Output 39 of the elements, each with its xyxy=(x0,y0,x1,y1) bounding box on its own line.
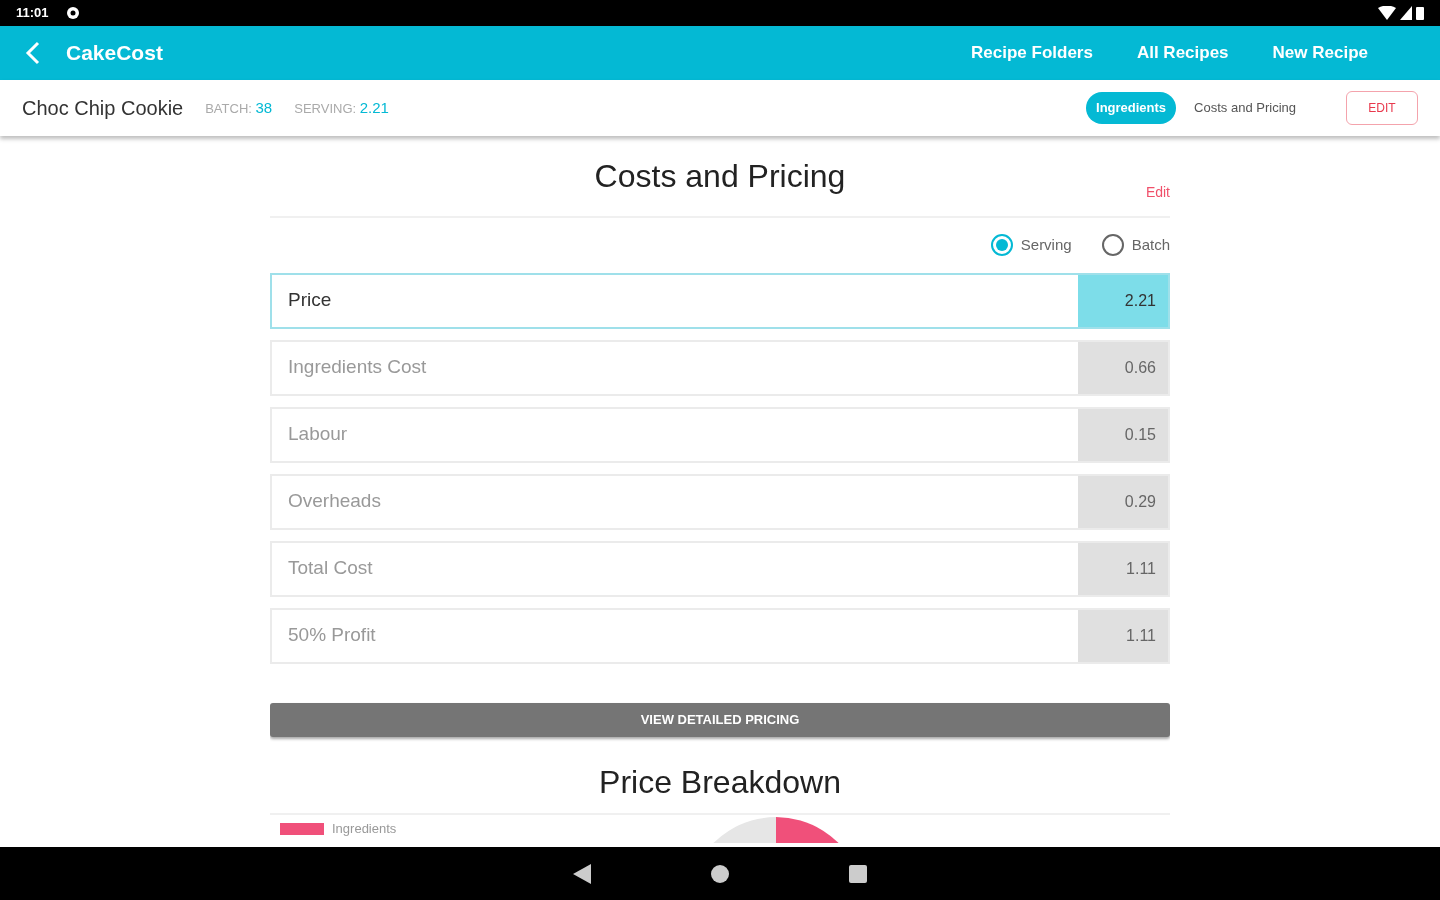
recents-icon[interactable] xyxy=(849,864,867,883)
legend-label: Ingredients xyxy=(332,819,397,838)
row-label: Ingredients Cost xyxy=(288,355,427,380)
value-cell: 0.29 xyxy=(1078,475,1168,528)
value-cell: 2.21 xyxy=(1078,274,1168,327)
battery-icon xyxy=(1416,6,1424,20)
value-cell: 1.11 xyxy=(1078,542,1168,595)
edit-button[interactable]: EDIT xyxy=(1346,91,1418,125)
value-cell: 1.11 xyxy=(1078,609,1168,662)
view-detailed-pricing-button[interactable]: VIEW DETAILED PRICING xyxy=(270,702,1170,737)
tab[interactable]: Ingredients xyxy=(1086,92,1177,124)
section-title: Costs and Pricing xyxy=(594,156,846,196)
radio-button[interactable] xyxy=(990,234,1013,257)
batch-info: BATCH: 38 xyxy=(205,97,273,118)
gear-icon xyxy=(64,5,81,21)
row-label: Overheads xyxy=(288,489,381,514)
radio-button[interactable] xyxy=(1101,234,1124,257)
value-cell: 0.15 xyxy=(1078,408,1168,461)
row-label: 50% Profit xyxy=(288,623,376,648)
row-label: Price xyxy=(288,288,332,313)
back-icon[interactable] xyxy=(573,863,591,884)
home-icon[interactable] xyxy=(711,864,729,883)
serving-info: SERVING: 2.21 xyxy=(294,97,389,118)
value-cell: 0.66 xyxy=(1078,341,1168,394)
nav-link[interactable]: Recipe Folders xyxy=(971,40,1093,66)
clock-time: 11:01 xyxy=(16,4,49,23)
recipe-name: Choc Chip Cookie xyxy=(22,96,184,121)
radio-label: Serving xyxy=(1020,235,1072,255)
edit-link[interactable]: Edit xyxy=(1145,182,1170,203)
row-label: Labour xyxy=(288,422,348,447)
section-title: Price Breakdown xyxy=(270,736,1170,815)
radio-label: Batch xyxy=(1131,235,1170,255)
row-label: Total Cost xyxy=(288,556,373,581)
app-title: CakeCost xyxy=(66,40,163,67)
nav-link[interactable]: New Recipe xyxy=(1272,40,1368,66)
signal-icon xyxy=(1400,6,1412,20)
tab[interactable]: Costs and Pricing xyxy=(1184,92,1306,124)
wifi-icon xyxy=(1378,6,1396,20)
nav-link[interactable]: All Recipes xyxy=(1136,40,1229,66)
